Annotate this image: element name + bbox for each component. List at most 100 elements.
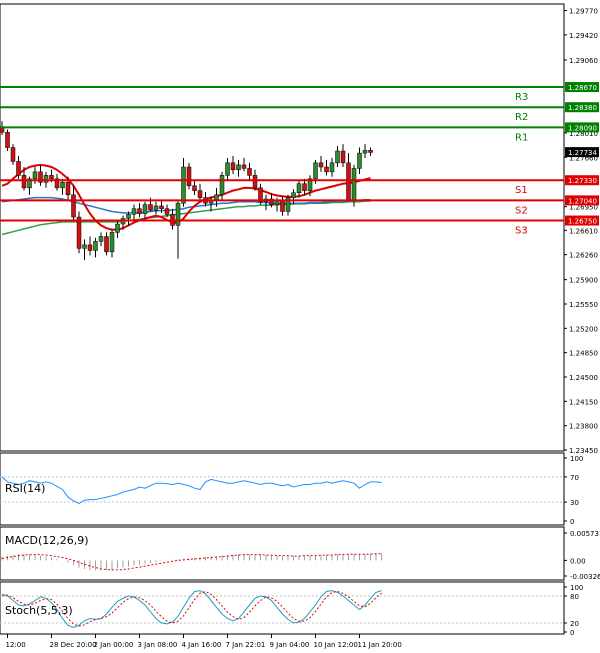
- stoch-tick-label: 20: [570, 620, 579, 628]
- level-name-r3: R3: [515, 92, 528, 103]
- price-tick-label: 1.23450: [569, 447, 598, 455]
- bear-candle-body: [49, 175, 54, 180]
- bear-candle-body: [247, 168, 252, 176]
- bear-candle-body: [76, 216, 82, 249]
- time-tick-label: 4 Jan 16:00: [182, 641, 222, 649]
- time-tick-label: 3 Jan 08:00: [138, 641, 178, 649]
- bull-candle-body: [296, 183, 302, 193]
- bear-candle-body: [10, 147, 16, 162]
- bear-candle-body: [340, 150, 346, 164]
- bull-candle-body: [225, 162, 230, 176]
- bull-candle-body: [357, 152, 362, 169]
- bear-candle-body: [192, 185, 197, 191]
- bull-candle-body: [131, 208, 137, 215]
- price-chart[interactable]: 1.297701.294201.290601.280101.276601.269…: [0, 0, 600, 653]
- level-price-label: 1.28670: [568, 84, 597, 92]
- bull-candle-body: [214, 194, 219, 200]
- price-tick-label: 1.25900: [569, 277, 598, 285]
- bear-candle-body: [230, 162, 236, 171]
- level-name-s2: S2: [515, 205, 528, 216]
- bear-candle-body: [104, 236, 109, 253]
- bear-candle-body: [280, 200, 285, 212]
- time-tick-label: 11 Jan 20:00: [358, 641, 402, 649]
- macd-tick-label: -0.003269: [570, 573, 600, 581]
- level-price-label: 1.28380: [568, 104, 597, 112]
- bull-candle-body: [313, 162, 318, 180]
- bear-candle-body: [71, 194, 76, 218]
- bull-candle-body: [93, 241, 98, 251]
- bull-candle-body: [291, 192, 296, 198]
- price-tick-label: 1.29770: [569, 8, 598, 16]
- bear-candle-body: [148, 204, 153, 211]
- bull-candle-body: [109, 232, 115, 253]
- bear-candle-body: [324, 166, 329, 173]
- bull-candle-body: [175, 202, 181, 226]
- level-name-r1: R1: [515, 132, 528, 143]
- stoch-tick-label: 100: [570, 584, 583, 592]
- bull-candle-body: [82, 244, 87, 249]
- bear-candle-body: [318, 162, 324, 168]
- stoch-label: Stoch(5,5,3): [5, 604, 73, 617]
- time-tick-label: 12:00: [6, 641, 26, 649]
- rsi-label: RSI(14): [5, 482, 45, 495]
- bear-candle-body: [241, 164, 247, 169]
- bear-candle-body: [87, 244, 93, 251]
- current-price-label: 1.27734: [568, 149, 597, 157]
- stoch-tick-label: 80: [570, 593, 579, 601]
- bull-candle-body: [329, 162, 335, 173]
- bull-candle-body: [335, 150, 340, 164]
- candle: [186, 162, 192, 190]
- price-tick-label: 1.24500: [569, 374, 598, 382]
- bull-candle-body: [236, 164, 241, 171]
- rsi-tick-label: 30: [570, 499, 579, 507]
- bull-candle-body: [142, 204, 148, 214]
- macd-tick-label: 0.005731: [570, 530, 600, 538]
- chart-background: [0, 0, 600, 653]
- level-price-label: 1.28090: [568, 124, 597, 132]
- bear-candle-body: [302, 183, 307, 191]
- time-tick-label: 10 Jan 12:00: [314, 641, 358, 649]
- level-price-label: 1.27330: [568, 177, 597, 185]
- rsi-tick-label: 100: [570, 455, 583, 463]
- bull-candle-body: [32, 171, 38, 180]
- bull-candle-body: [362, 150, 368, 154]
- level-name-s1: S1: [515, 185, 528, 196]
- price-tick-label: 1.26610: [569, 227, 598, 235]
- bull-candle-body: [126, 214, 131, 219]
- bear-candle-body: [5, 131, 10, 148]
- time-tick-label: 9 Jan 04:00: [270, 641, 310, 649]
- bear-candle-body: [65, 182, 71, 196]
- bear-candle-body: [21, 175, 27, 189]
- level-price-label: 1.26750: [568, 218, 597, 226]
- candle: [76, 211, 82, 254]
- price-tick-label: 1.29060: [569, 57, 598, 65]
- rsi-tick-label: 0: [570, 518, 574, 526]
- stoch-tick-label: 0: [570, 629, 574, 637]
- macd-tick-label: 0.00: [570, 557, 586, 565]
- bull-candle-body: [219, 175, 225, 196]
- price-tick-label: 1.26260: [569, 252, 598, 260]
- bear-candle-body: [16, 161, 21, 176]
- price-tick-label: 1.29420: [569, 32, 598, 40]
- time-tick-label: 2 Jan 00:00: [94, 641, 134, 649]
- bull-candle-body: [153, 205, 159, 211]
- bear-candle-body: [159, 205, 164, 209]
- bear-candle-body: [252, 175, 258, 189]
- bull-candle-body: [60, 182, 65, 189]
- price-tick-label: 1.25200: [569, 325, 598, 333]
- bear-candle-body: [186, 166, 192, 187]
- level-name-s3: S3: [515, 226, 528, 237]
- bear-candle-body: [368, 150, 373, 153]
- price-tick-label: 1.24850: [569, 350, 598, 358]
- bull-candle-body: [43, 175, 49, 183]
- current-price-marker: 1.27734: [565, 147, 599, 158]
- bull-candle-body: [98, 236, 104, 242]
- bear-candle-body: [346, 162, 351, 200]
- time-tick-label: 7 Jan 22:01: [226, 641, 266, 649]
- macd-label: MACD(12,26,9): [5, 534, 89, 547]
- time-tick-label: 28 Dec 20:00: [50, 641, 97, 649]
- level-name-r2: R2: [515, 112, 528, 123]
- bull-candle-body: [351, 168, 357, 200]
- price-tick-label: 1.23800: [569, 423, 598, 431]
- rsi-tick-label: 70: [570, 474, 579, 482]
